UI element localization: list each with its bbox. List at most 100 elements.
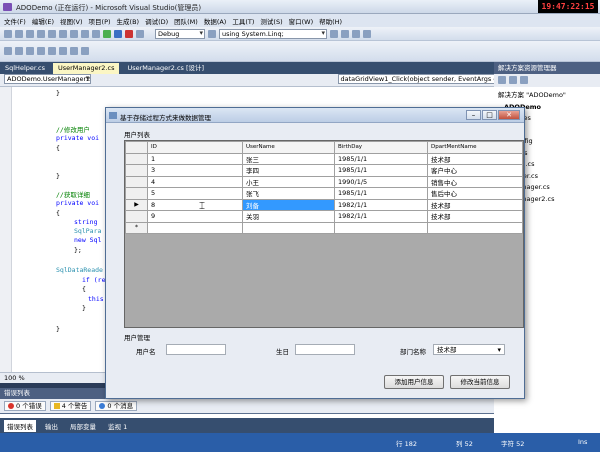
table-cell[interactable]: 1985/1/1: [334, 164, 428, 177]
menu-debug[interactable]: 调试(D): [145, 16, 168, 26]
save-all-icon[interactable]: [37, 29, 45, 38]
table-cell[interactable]: 1990/1/5: [334, 175, 428, 188]
open-file-icon[interactable]: [15, 29, 23, 38]
undo-icon[interactable]: [81, 29, 89, 38]
table-cell[interactable]: 张三: [242, 152, 335, 165]
code-line[interactable]: {: [56, 144, 60, 152]
table-cell[interactable]: 1: [147, 152, 243, 165]
table-cell[interactable]: 小王: [242, 175, 335, 188]
paste-icon[interactable]: [70, 29, 78, 38]
toolbox-icon[interactable]: [363, 29, 371, 38]
tab-watch1[interactable]: 监视 1: [105, 420, 130, 432]
save-icon[interactable]: [26, 29, 34, 38]
table-cell[interactable]: 关羽: [242, 210, 335, 223]
breakpoints-icon[interactable]: [48, 47, 56, 55]
menu-test[interactable]: 测试(S): [260, 16, 282, 26]
minimize-button[interactable]: –: [466, 110, 481, 120]
menu-build[interactable]: 生成(B): [117, 16, 140, 26]
close-button[interactable]: ✕: [498, 110, 520, 120]
show-all-files-icon[interactable]: [509, 76, 517, 84]
comment-icon[interactable]: [59, 47, 67, 55]
properties-icon[interactable]: [352, 29, 360, 38]
row-header[interactable]: [125, 210, 148, 223]
code-line[interactable]: //获取详细: [56, 189, 90, 199]
table-cell[interactable]: [427, 221, 523, 234]
tab-locals[interactable]: 局部变量: [67, 420, 99, 432]
code-line[interactable]: new Sql: [74, 236, 101, 244]
table-cell[interactable]: 销售中心: [427, 175, 523, 188]
code-line[interactable]: //修改用户: [56, 124, 90, 134]
table-cell[interactable]: [242, 221, 335, 234]
code-line[interactable]: SqlPara: [74, 227, 101, 235]
username-input[interactable]: [166, 344, 226, 355]
table-row[interactable]: 9 关羽 1982/1/1 技术部: [125, 210, 523, 223]
department-select[interactable]: 技术部: [433, 344, 505, 355]
row-header[interactable]: [125, 175, 148, 188]
uncomment-icon[interactable]: [70, 47, 78, 55]
step-over-icon[interactable]: [15, 47, 23, 55]
table-row[interactable]: 4 小王 1990/1/5 销售中心: [125, 175, 523, 188]
platform-icon[interactable]: [208, 29, 216, 38]
step-out-icon[interactable]: [26, 47, 34, 55]
col-username[interactable]: UserName: [242, 141, 335, 154]
add-user-button[interactable]: 添加用户信息: [384, 375, 444, 389]
messages-filter-button[interactable]: 0 个消息: [95, 401, 138, 411]
code-line[interactable]: }: [56, 172, 60, 180]
code-line[interactable]: string: [74, 218, 97, 226]
cut-icon[interactable]: [48, 29, 56, 38]
bookmark-icon[interactable]: [81, 47, 89, 55]
errors-filter-button[interactable]: 0 个错误: [4, 401, 46, 411]
class-dropdown[interactable]: ADODemo.UserManager2: [4, 74, 92, 84]
redo-icon[interactable]: [92, 29, 100, 38]
code-line[interactable]: SqlDataReade: [56, 266, 103, 274]
solution-config-select[interactable]: Debug: [155, 28, 205, 39]
pause-icon[interactable]: [114, 29, 122, 38]
solution-explorer-icon[interactable]: [341, 29, 349, 38]
menu-help[interactable]: 帮助(H): [319, 16, 342, 26]
table-row[interactable]: ▶ 8 刘备 1982/1/1 技术部: [125, 198, 523, 211]
step-into-icon[interactable]: [4, 47, 12, 55]
table-cell[interactable]: 8: [147, 198, 243, 211]
code-line[interactable]: {: [82, 285, 86, 293]
edit-user-button[interactable]: 修改当前信息: [450, 375, 510, 389]
table-cell[interactable]: 1982/1/1: [334, 210, 428, 223]
table-cell[interactable]: 5: [147, 187, 243, 200]
table-cell[interactable]: 技术部: [427, 152, 523, 165]
tab-usermanager2-design[interactable]: UserManager2.cs [设计]: [122, 63, 209, 74]
row-current-indicator[interactable]: ▶: [125, 198, 148, 211]
code-line[interactable]: private voi: [56, 199, 99, 207]
menu-data[interactable]: 数据(A): [204, 16, 227, 26]
menu-window[interactable]: 窗口(W): [289, 16, 314, 26]
code-line[interactable]: };: [74, 246, 82, 254]
col-id[interactable]: ID: [147, 141, 243, 154]
code-line[interactable]: {: [56, 209, 60, 217]
hex-icon[interactable]: [37, 47, 45, 55]
col-birthday[interactable]: BirthDay: [334, 141, 428, 154]
menu-file[interactable]: 文件(F): [4, 16, 26, 26]
tab-usermanager2-code[interactable]: UserManager2.cs: [52, 63, 120, 74]
find-box[interactable]: using System.Linq;: [219, 28, 327, 39]
users-datagrid[interactable]: ID UserName BirthDay DpartMentName 1 张三 19…: [124, 140, 524, 328]
table-cell[interactable]: [147, 221, 243, 234]
tab-sqlhelper[interactable]: SqlHelper.cs: [0, 63, 50, 74]
restart-icon[interactable]: [136, 29, 144, 38]
table-cell[interactable]: 技术部: [427, 198, 523, 211]
row-header[interactable]: [125, 164, 148, 177]
table-cell[interactable]: 3: [147, 164, 243, 177]
table-cell[interactable]: 9: [147, 210, 243, 223]
table-cell[interactable]: 客户中心: [427, 164, 523, 177]
properties-icon[interactable]: [498, 76, 506, 84]
code-line[interactable]: this: [88, 295, 104, 303]
menu-tools[interactable]: 工具(T): [232, 16, 254, 26]
grid-corner[interactable]: [125, 141, 148, 154]
stop-icon[interactable]: [125, 29, 133, 38]
table-cell[interactable]: 技术部: [427, 210, 523, 223]
table-row[interactable]: 3 李四 1985/1/1 客户中心: [125, 164, 523, 177]
table-cell[interactable]: 1985/1/1: [334, 187, 428, 200]
warnings-filter-button[interactable]: 4 个警告: [49, 401, 92, 411]
table-cell[interactable]: 1985/1/1: [334, 152, 428, 165]
birthday-input[interactable]: [295, 344, 355, 355]
menu-edit[interactable]: 编辑(E): [32, 16, 54, 26]
code-line[interactable]: }: [56, 325, 60, 333]
table-cell[interactable]: 售后中心: [427, 187, 523, 200]
